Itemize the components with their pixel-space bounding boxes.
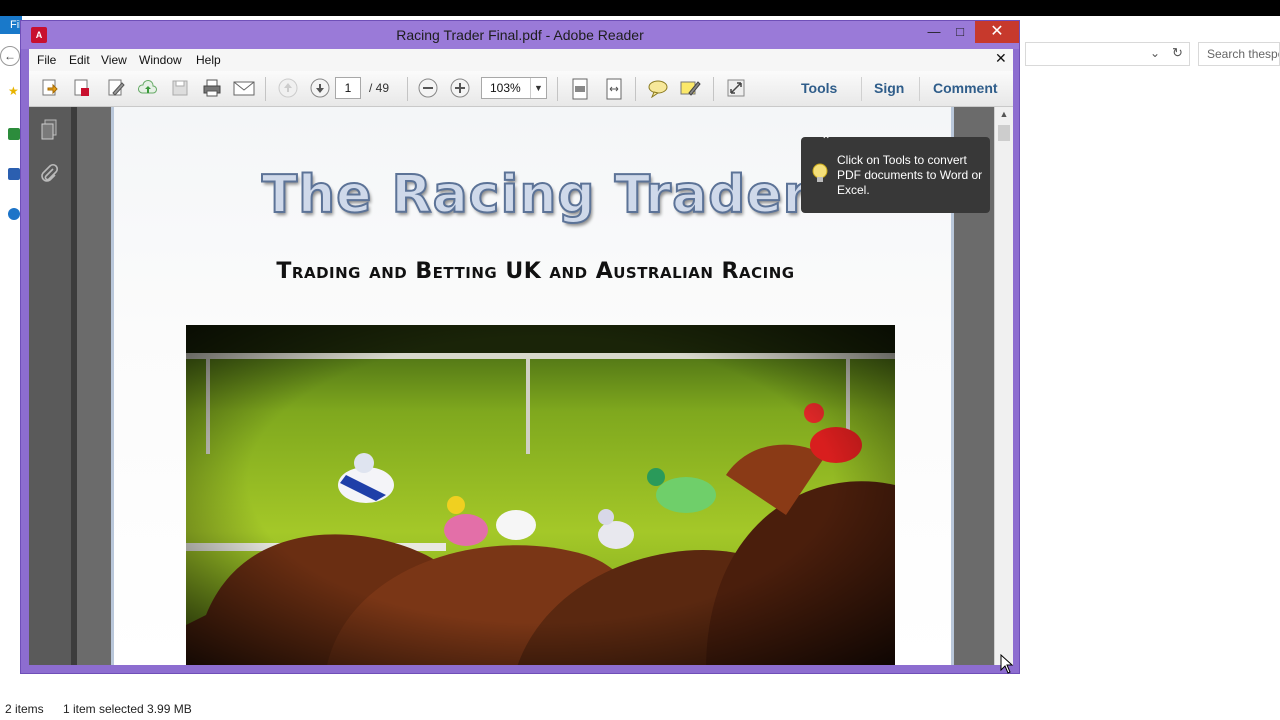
toolbar-separator	[557, 77, 558, 101]
adobe-reader-window: A Racing Trader Final.pdf - Adobe Reader…	[20, 20, 1020, 674]
address-bar[interactable]: ⌄ ↻	[1025, 42, 1190, 66]
page-total: / 49	[369, 81, 390, 95]
edit-icon[interactable]	[105, 78, 127, 100]
explorer-file-tab[interactable]: Fil	[0, 16, 22, 34]
chevron-down-icon[interactable]: ▼	[530, 78, 546, 98]
toolbar-separator	[919, 77, 920, 101]
search-input[interactable]: Search thespo	[1198, 42, 1280, 66]
toolbar-separator	[861, 77, 862, 101]
horse-racing-photo	[186, 325, 895, 665]
desktop-screen: Fil ← ★ ⌄ ↻ Search thespo 2 items 1 item…	[0, 0, 1280, 720]
zoom-select[interactable]: 103% ▼	[481, 77, 547, 99]
create-pdf-icon[interactable]	[39, 78, 61, 100]
upload-icon[interactable]	[137, 78, 159, 100]
read-mode-icon[interactable]	[725, 78, 747, 100]
chevron-up-icon[interactable]: ⌃	[821, 133, 831, 147]
tools-tooltip: ⌃ Click on Tools to convert PDF document…	[801, 133, 990, 213]
status-bar: 2 items 1 item selected 3.99 MB	[0, 700, 1280, 720]
menu-help[interactable]: Help	[196, 53, 221, 67]
close-document-icon[interactable]: ✕	[995, 50, 1007, 67]
zoom-out-icon[interactable]	[417, 78, 439, 100]
menu-file[interactable]: File	[37, 53, 56, 67]
toolbar-separator	[265, 77, 266, 101]
maximize-button[interactable]: □	[945, 21, 975, 43]
zoom-value: 103%	[490, 81, 521, 95]
this-pc-icon[interactable]	[8, 168, 20, 180]
chevron-down-icon[interactable]: ⌄	[1150, 46, 1160, 60]
highlight-icon[interactable]	[679, 78, 701, 100]
comment-icon[interactable]	[647, 78, 669, 100]
page-number-input[interactable]: 1	[335, 77, 361, 99]
scroll-thumb[interactable]	[998, 125, 1010, 141]
menu-window[interactable]: Window	[139, 53, 182, 67]
window-title: Racing Trader Final.pdf - Adobe Reader	[396, 27, 644, 43]
mouse-cursor-icon	[1000, 653, 1014, 674]
toolbar-separator	[635, 77, 636, 101]
zoom-in-icon[interactable]	[449, 78, 471, 100]
close-button[interactable]: ✕	[975, 21, 1019, 43]
navigation-pane	[29, 107, 77, 665]
vertical-scrollbar[interactable]: ▲	[994, 107, 1013, 665]
pages-icon[interactable]	[39, 119, 59, 146]
status-item-count: 2 items	[5, 702, 44, 716]
status-selection-info: 1 item selected 3.99 MB	[63, 702, 192, 716]
lightbulb-icon	[811, 163, 829, 185]
title-bar[interactable]: A Racing Trader Final.pdf - Adobe Reader…	[21, 21, 1019, 49]
comment-link[interactable]: Comment	[933, 80, 998, 96]
network-icon[interactable]	[8, 208, 20, 220]
sign-link[interactable]: Sign	[874, 80, 904, 96]
back-arrow-icon[interactable]: ←	[0, 46, 20, 66]
homegroup-icon[interactable]	[8, 128, 20, 140]
menu-bar: File Edit View Window Help ✕	[29, 49, 1013, 71]
scroll-up-icon[interactable]: ▲	[995, 109, 1013, 123]
attachment-icon[interactable]	[39, 163, 59, 190]
open-icon[interactable]	[71, 78, 93, 100]
email-icon[interactable]	[233, 78, 255, 100]
toolbar: 1 / 49 103% ▼ Tools Sign Comment	[29, 71, 1013, 107]
document-subtitle: Trading and Betting UK and Australian Ra…	[276, 259, 795, 284]
toolbar-separator	[407, 77, 408, 101]
menu-edit[interactable]: Edit	[69, 53, 90, 67]
toolbar-separator	[713, 77, 714, 101]
refresh-icon[interactable]: ↻	[1172, 45, 1183, 61]
fit-width-icon[interactable]	[603, 78, 625, 100]
prev-page-icon[interactable]	[277, 78, 299, 100]
tools-link[interactable]: Tools	[801, 80, 837, 96]
fit-page-icon[interactable]	[569, 78, 591, 100]
print-icon[interactable]	[201, 78, 223, 100]
next-page-icon[interactable]	[309, 78, 331, 100]
tooltip-text: Click on Tools to convert PDF documents …	[837, 153, 983, 197]
save-icon[interactable]	[169, 78, 191, 100]
menu-view[interactable]: View	[101, 53, 127, 67]
